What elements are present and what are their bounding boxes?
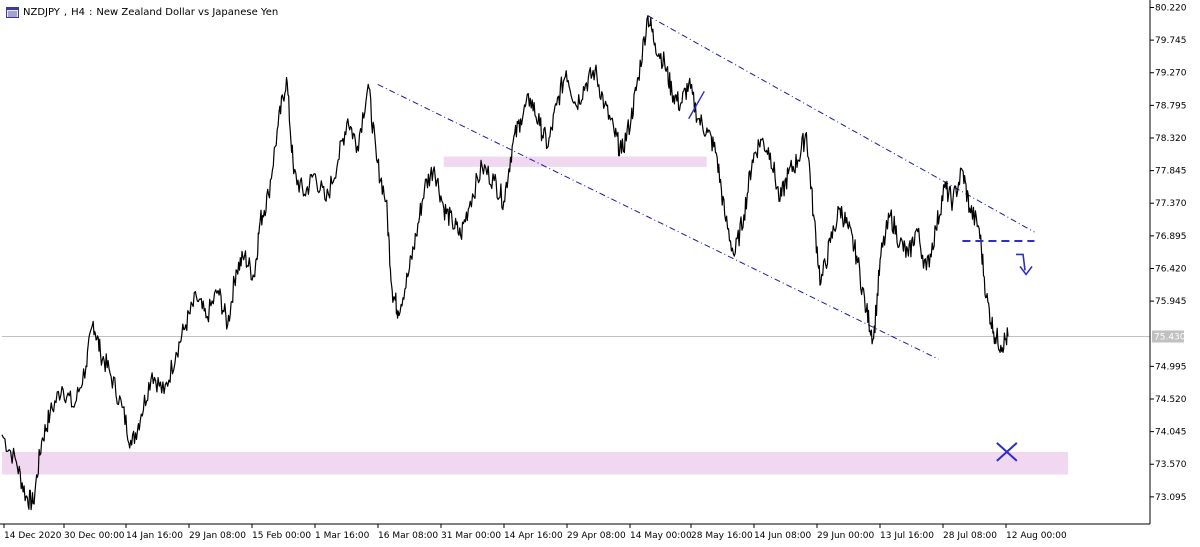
y-tick-label: 78.795 [1155,101,1187,111]
y-tick-label: 75.945 [1155,297,1187,307]
y-tick-label: 74.995 [1155,362,1187,372]
x-tick-label: 12 Aug 00:00 [1006,531,1067,541]
chart-window[interactable]: NZDJPY, H4: New Zealand Dollar vs Japane… [0,0,1200,547]
x-tick-label: 30 Dec 00:00 [64,531,125,541]
y-tick-label: 73.095 [1155,493,1187,503]
y-tick-label: 77.845 [1155,167,1187,177]
y-tick-label: 74.520 [1155,395,1187,405]
x-tick-label: 16 Mar 08:00 [378,531,438,541]
x-tick-label: 28 May 16:00 [691,531,753,541]
x-tick-label: 14 Dec 2020 [4,531,62,541]
x-tick-label: 28 Jul 08:00 [943,531,997,541]
x-tick-label: 1 Mar 16:00 [315,531,370,541]
x-tick-label: 29 Apr 08:00 [567,531,626,541]
y-tick-label: 80.220 [1155,3,1187,13]
y-tick-label: 76.420 [1155,264,1187,274]
x-tick-label: 29 Jun 00:00 [817,531,874,541]
y-tick-label: 79.745 [1155,36,1187,46]
y-tick-label: 73.570 [1155,460,1187,470]
x-tick-label: 14 Apr 16:00 [504,531,563,541]
x-tick-label: 13 Jul 16:00 [880,531,934,541]
current-price-label: 75.430 [1154,332,1186,342]
y-tick-label: 74.045 [1155,428,1187,438]
price-chart[interactable]: 73.095 73.570 74.045 74.520 74.995 75.945 76.4… [0,0,1200,547]
trendline-0 [377,83,939,360]
x-tick-label: 14 May 00:00 [630,531,692,541]
x-tick-label: 29 Jan 08:00 [189,531,246,541]
y-tick-label: 76.895 [1155,232,1187,242]
x-tick-label: 15 Feb 00:00 [252,531,311,541]
x-tick-label: 31 Mar 00:00 [441,531,501,541]
y-tick-label: 78.320 [1155,134,1187,144]
price-line [1,15,1009,511]
support-zone-0 [443,156,707,167]
trendline-1 [647,15,1035,233]
x-tick-label: 14 Jun 08:00 [754,531,811,541]
x-tick-label: 14 Jan 16:00 [126,531,183,541]
y-tick-label: 77.370 [1155,199,1187,209]
support-zone-1 [2,451,1069,475]
down-arrow-annotation [1016,253,1033,276]
y-tick-label: 79.270 [1155,69,1187,79]
